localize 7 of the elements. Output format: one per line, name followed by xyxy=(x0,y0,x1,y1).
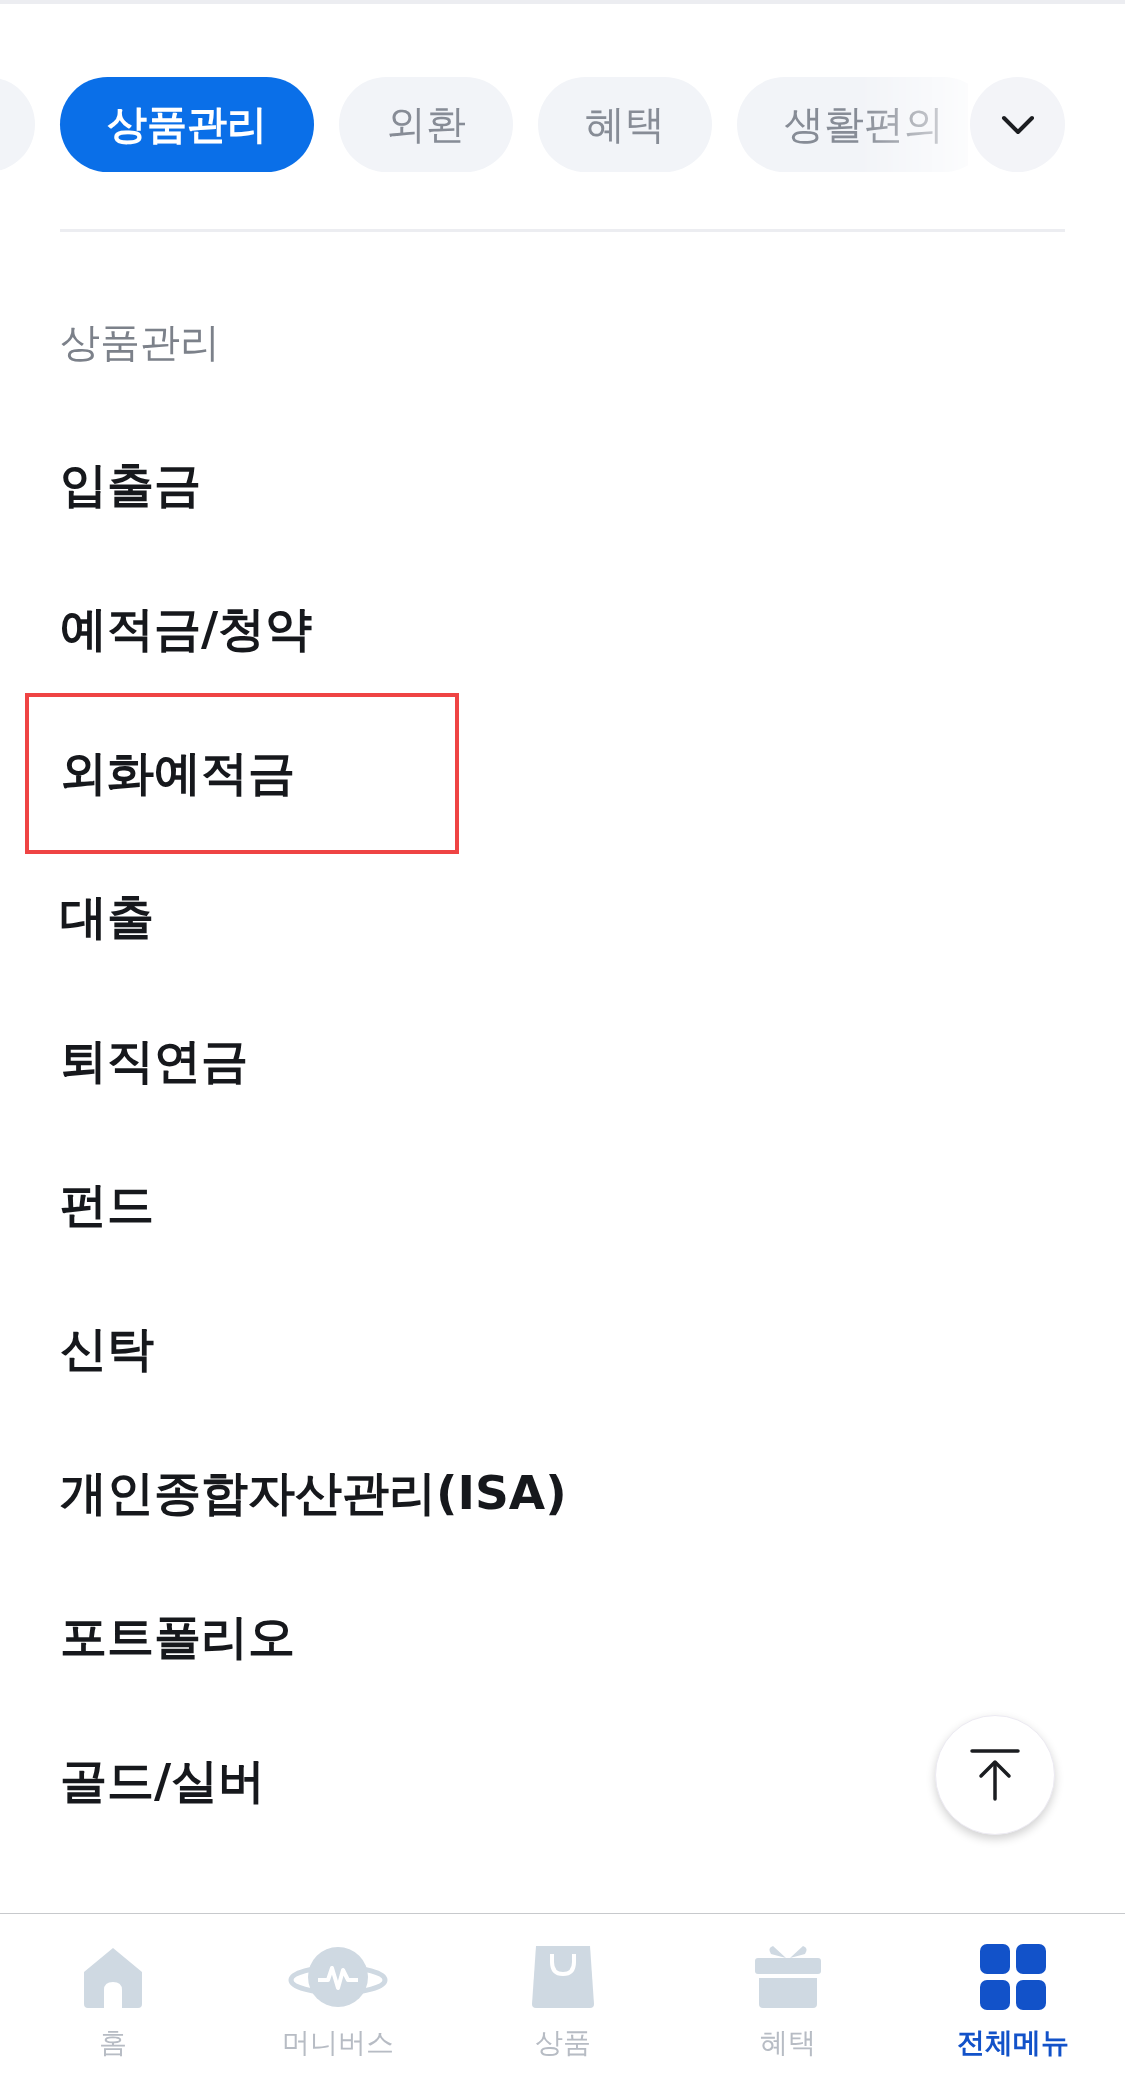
chevron-down-icon xyxy=(999,113,1036,136)
nav-tab[interactable]: 전체메뉴 xyxy=(900,1914,1125,2097)
section-heading: 상품관리 xyxy=(60,318,221,367)
menu-item[interactable]: 외화예적금 xyxy=(25,692,459,854)
scroll-to-top-button[interactable] xyxy=(935,1715,1055,1835)
category-chip[interactable]: 상품관리 xyxy=(60,77,314,172)
grid-icon xyxy=(977,1942,1048,2012)
